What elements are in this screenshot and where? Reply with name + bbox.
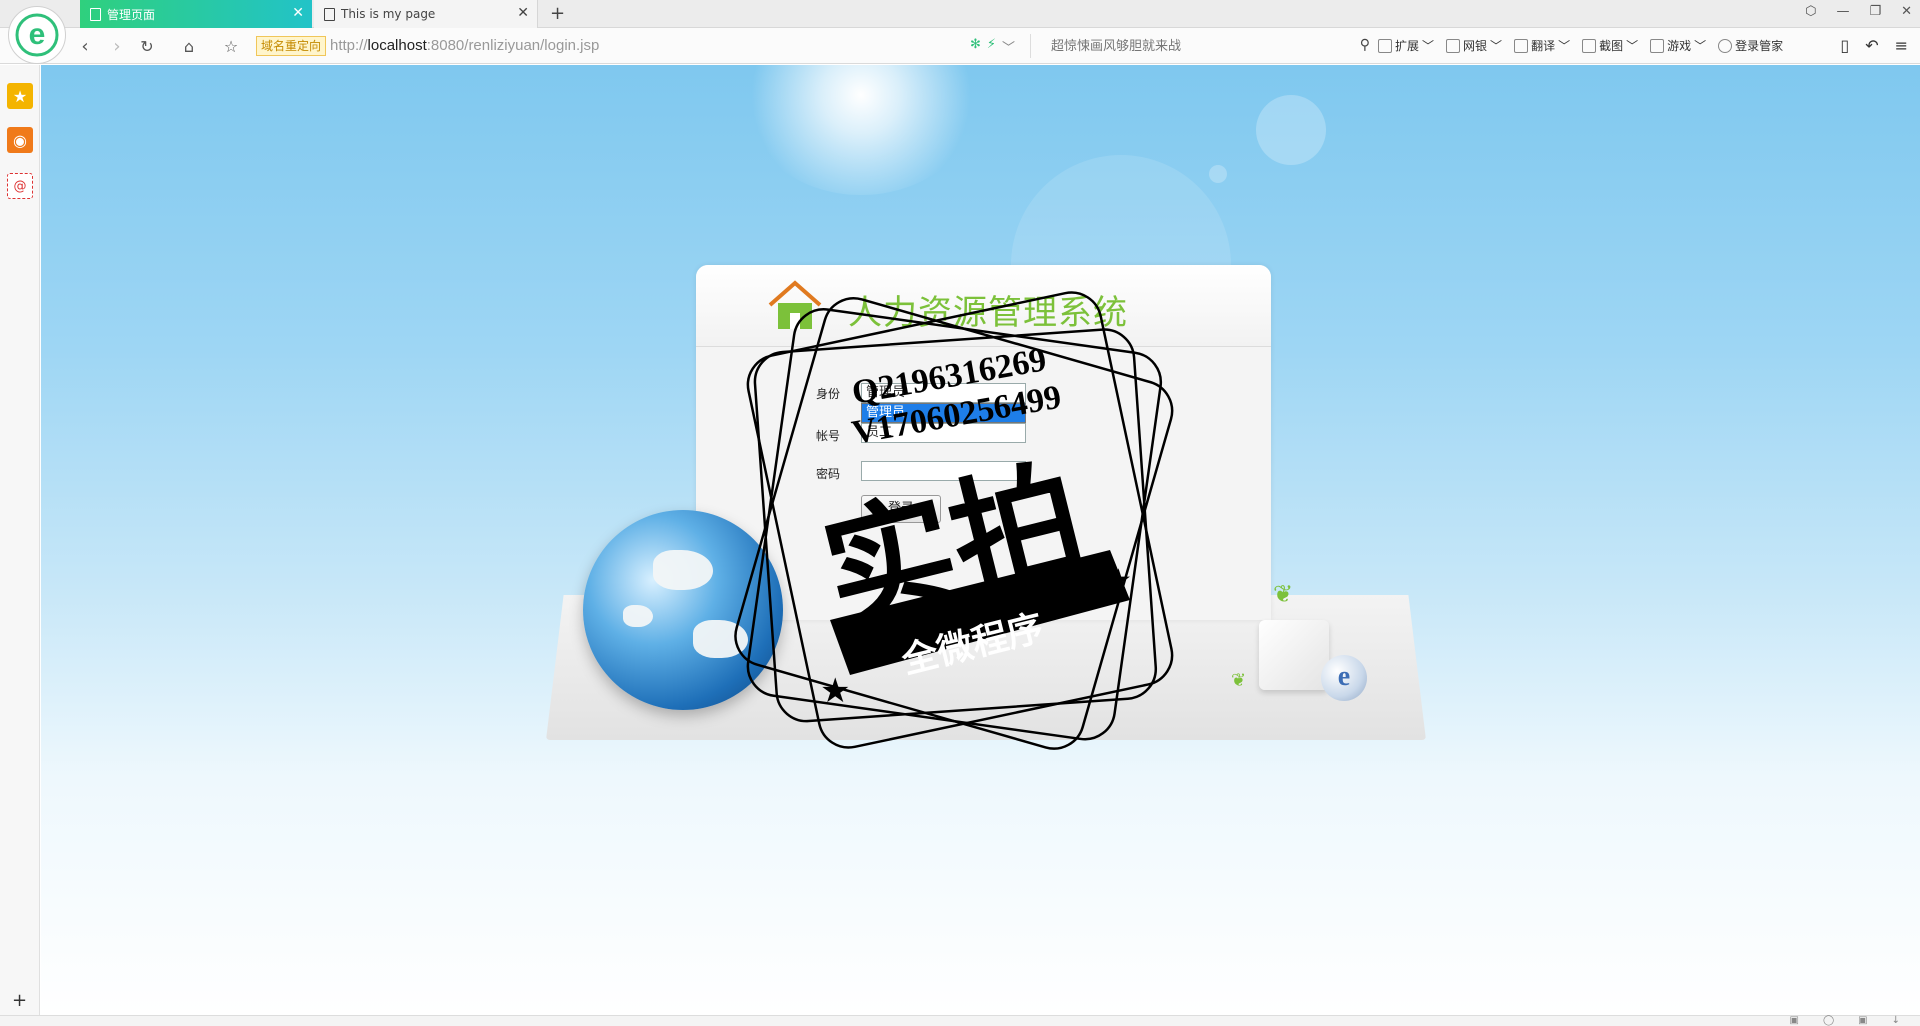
screenshot-icon	[1582, 38, 1597, 53]
ie-ball-icon: e	[1321, 655, 1367, 701]
toolbar-label: 截图	[1599, 39, 1624, 53]
globe-land	[623, 605, 653, 627]
address-bar-icons: ✻ ⚡ ﹀	[970, 37, 1015, 56]
toolbar-screenshot[interactable]: 截图 ﹀	[1582, 37, 1638, 54]
system-title: 人力资源管理系统	[848, 293, 1128, 333]
toolbar-label: 游戏	[1667, 39, 1692, 53]
address-field[interactable]: http://localhost:8080/renliziyuan/login.…	[330, 37, 599, 54]
games-icon	[1650, 38, 1665, 53]
toolbar-games[interactable]: 游戏 ﹀	[1650, 37, 1706, 54]
close-window-icon[interactable]: ✕	[1901, 4, 1912, 19]
globe-land	[653, 550, 713, 590]
toolbar-bank[interactable]: 网银 ﹀	[1446, 37, 1502, 54]
search-box: ⚲	[1030, 34, 1370, 58]
globe-image	[583, 510, 783, 710]
login-manager-icon	[1718, 38, 1733, 53]
status-icon[interactable]: ▣	[1790, 1015, 1799, 1026]
identity-option-admin[interactable]: 管理员	[862, 404, 1025, 422]
favorites-star-icon[interactable]: ★	[7, 83, 33, 109]
speed-mode-icon[interactable]: ⚡	[987, 37, 996, 56]
browser-right-buttons: ▯ ↶ ≡	[1840, 36, 1908, 55]
back-icon[interactable]: ‹	[74, 35, 96, 57]
status-icon[interactable]: ▣	[1858, 1015, 1867, 1026]
url-prefix: http://	[330, 37, 368, 54]
login-button[interactable]: 登录	[861, 495, 941, 523]
account-label: 帐号	[816, 429, 841, 443]
identity-dropdown: 管理员	[861, 403, 1026, 423]
lens-flare	[1256, 95, 1326, 165]
status-items: ▣ ◯ ▣ ↓	[1790, 1015, 1901, 1026]
page-icon	[90, 7, 101, 21]
e-logo-icon: e	[15, 13, 59, 57]
browser-toolbar: 扩展 ﹀ 网银 ﹀ 翻译 ﹀ 截图 ﹀ 游戏 ﹀ 登录管家	[1378, 37, 1783, 54]
url-path: :8080/renliziyuan/login.jsp	[426, 37, 600, 54]
toolbar-extensions[interactable]: 扩展 ﹀	[1378, 37, 1434, 54]
password-label: 密码	[816, 467, 841, 481]
identity-label: 身份	[816, 387, 841, 401]
extensions-icon	[1378, 38, 1392, 53]
browser-sidebar: ★ ◉ @ +	[0, 65, 40, 1015]
toolbar-label: 翻译	[1531, 39, 1556, 53]
bank-icon	[1446, 38, 1461, 53]
menu-icon[interactable]: ≡	[1895, 36, 1908, 55]
minimize-icon[interactable]: —	[1836, 4, 1849, 19]
sidebar-add-icon[interactable]: +	[12, 990, 27, 1011]
status-bar: ▣ ◯ ▣ ↓	[0, 1015, 1920, 1026]
tab-my-page[interactable]: This is my page ✕	[314, 0, 538, 28]
tab-admin-page[interactable]: 管理页面 ✕	[80, 0, 312, 28]
translate-icon	[1514, 38, 1529, 53]
search-icon[interactable]: ⚲	[1360, 37, 1370, 53]
favorite-star-icon[interactable]: ☆	[220, 35, 242, 57]
skin-icon[interactable]: ⬡	[1805, 4, 1816, 19]
toolbar-login-manager[interactable]: 登录管家	[1718, 37, 1783, 54]
sun-glow	[741, 65, 981, 195]
forward-icon[interactable]: ›	[106, 35, 128, 57]
dropdown-chevron-icon[interactable]: ﹀	[1002, 37, 1015, 56]
toolbar-label: 网银	[1463, 39, 1488, 53]
restore-icon[interactable]: ❐	[1869, 4, 1881, 19]
bookmark-icon[interactable]: ▯	[1840, 36, 1849, 55]
mail-icon[interactable]: @	[7, 173, 33, 199]
close-tab-icon[interactable]: ✕	[292, 6, 304, 20]
lens-flare	[1209, 165, 1227, 183]
weibo-icon[interactable]: ◉	[7, 127, 33, 153]
account-input[interactable]: 员工	[861, 423, 1026, 443]
house-logo-icon	[768, 280, 822, 329]
domain-redirect-tag[interactable]: 域名重定向	[256, 36, 327, 56]
home-icon[interactable]: ⌂	[178, 35, 200, 57]
new-tab-button[interactable]: +	[550, 3, 565, 24]
window-controls: ⬡ — ❐ ✕	[1805, 4, 1912, 19]
sprout-icon: ❦	[1273, 580, 1294, 608]
page-content: 人力资源管理系统 身份 管理员 管理员 帐号 员工 密码 登录 ❦ ❦ e	[41, 65, 1920, 1015]
tab-title: This is my page	[341, 7, 436, 21]
browser-logo[interactable]: e	[8, 6, 66, 64]
sprout-icon: ❦	[1231, 670, 1247, 691]
cube-image	[1259, 620, 1329, 690]
security-icon[interactable]: ✻	[970, 37, 981, 56]
page-icon	[324, 7, 335, 21]
search-input[interactable]	[1031, 34, 1331, 58]
status-icon[interactable]: ↓	[1892, 1015, 1900, 1026]
globe-land	[693, 620, 748, 658]
password-input[interactable]	[861, 461, 1026, 481]
reload-icon[interactable]: ↻	[136, 35, 158, 57]
tab-bar: 管理页面 ✕ This is my page ✕ + ⬡ — ❐ ✕	[0, 0, 1920, 28]
undo-icon[interactable]: ↶	[1865, 36, 1878, 55]
toolbar-label: 登录管家	[1735, 39, 1784, 53]
close-tab-icon[interactable]: ✕	[517, 6, 529, 20]
identity-select[interactable]: 管理员	[861, 383, 1026, 403]
toolbar-label: 扩展	[1395, 39, 1420, 53]
navigation-bar: ‹ › ↻ ⌂ ☆ 域名重定向 http://localhost:8080/re…	[0, 28, 1920, 64]
login-panel: 人力资源管理系统 身份 管理员 管理员 帐号 员工 密码 登录	[696, 265, 1271, 620]
toolbar-translate[interactable]: 翻译 ﹀	[1514, 37, 1570, 54]
tab-title: 管理页面	[107, 7, 156, 22]
svg-text:e: e	[29, 18, 46, 51]
url-host: localhost	[367, 37, 427, 54]
panel-header: 人力资源管理系统	[696, 265, 1271, 347]
status-icon[interactable]: ◯	[1823, 1015, 1834, 1026]
